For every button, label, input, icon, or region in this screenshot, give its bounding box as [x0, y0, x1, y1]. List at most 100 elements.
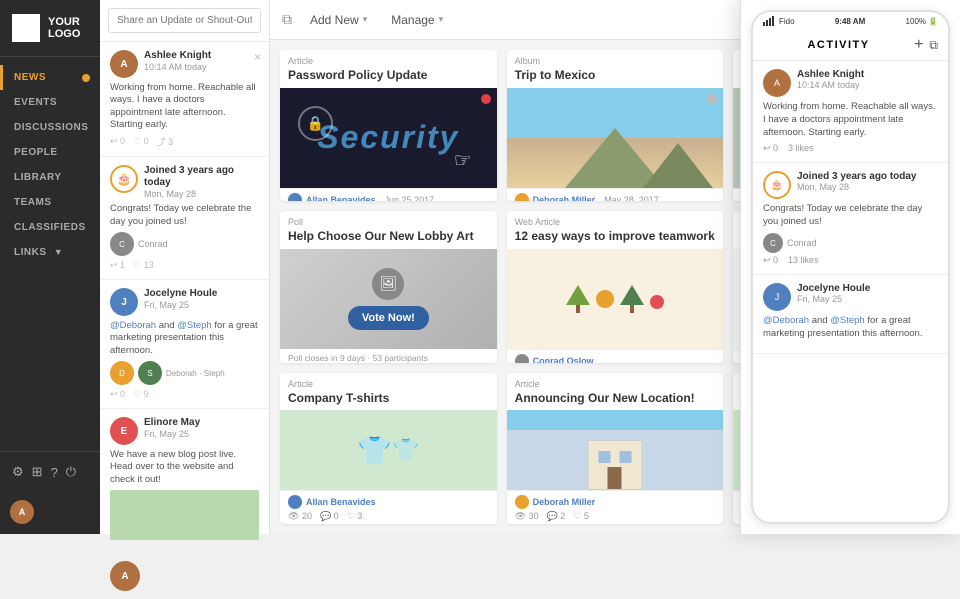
feed-sub-avatars: C Conrad	[110, 232, 259, 256]
security-text: Security	[317, 119, 459, 156]
phone-feed: A Ashlee Knight 10:14 AM today Working f…	[753, 61, 948, 522]
feed-actions-1: ↩ 0 ♡ 0 ⤴ 3	[110, 135, 259, 148]
post-footer-5: Conrad Oslow 👁 21 💬 1 ♡ 2	[507, 349, 724, 363]
cursor-icon: ☞	[454, 148, 472, 173]
battery-icon: 🔋	[928, 17, 938, 26]
vote-now-button[interactable]: Vote Now!	[348, 306, 429, 330]
post-footer-2: Deborah Miller , May 28, 2017 👁 42 💬 9 ♡…	[507, 188, 724, 202]
post-card-8: Article Announcing Our New Location!	[507, 373, 724, 524]
sidebar-bottom: ⚙ ⊞ ? ⏻	[0, 451, 100, 492]
avatar-elinore: E	[110, 417, 138, 445]
news-dot	[82, 74, 90, 82]
phone-sub-user: C Conrad	[763, 233, 938, 253]
settings-icon[interactable]: ⚙	[12, 464, 24, 480]
feed-actions-2: ↩ 1 ♡ 13	[110, 260, 259, 271]
signal-bars: Fido	[763, 16, 795, 26]
post-footer-1: Allan Benavides , Jun 25 2017 👁 41 💬 2 ♡…	[280, 188, 497, 202]
post-top-2: Album Trip to Mexico	[507, 50, 724, 188]
phone-avatar-1: A	[763, 69, 791, 97]
add-icon[interactable]: +	[914, 36, 923, 54]
add-new-button[interactable]: Add New ▾	[304, 9, 373, 31]
reply-icon[interactable]: ↩ 0	[110, 389, 125, 400]
author-avatar-1	[288, 193, 302, 202]
post-card-1: Article Password Policy Update Security …	[280, 50, 497, 201]
like-icon[interactable]: ♡ 9	[133, 389, 149, 400]
post-card-7: Article Company T-shirts 👕 👕 Allan Benav…	[280, 373, 497, 524]
post-card-4: Poll Help Choose Our New Lobby Art 🖼 Vot…	[280, 211, 497, 362]
close-icon-1[interactable]: ×	[254, 50, 261, 64]
mexico-image	[507, 88, 724, 188]
badge-2	[707, 94, 717, 104]
share-icon[interactable]: ⤴ 3	[157, 135, 174, 148]
teamwork-image	[507, 249, 724, 349]
phone-reply-icon[interactable]: ↩ 0	[763, 143, 778, 154]
post-top-7: Article Company T-shirts 👕 👕	[280, 373, 497, 491]
post-footer-7: Allan Benavides 👁 20 💬 0 ♡ 3	[280, 490, 497, 524]
phone-actions-1: ↩ 0 3 likes	[763, 143, 938, 154]
filter-icon[interactable]: ⧉	[929, 38, 938, 53]
post-stats-8: 👁 30 💬 2 ♡ 5	[515, 511, 716, 522]
feed-actions-3: ↩ 0 ♡ 9	[110, 389, 259, 400]
share-box	[100, 0, 269, 42]
reply-icon[interactable]: ↩ 0	[110, 136, 125, 147]
blog-thumbnail	[110, 490, 259, 540]
sidebar-item-news[interactable]: NEWS	[0, 65, 100, 90]
lobby-art-icon: 🖼	[372, 268, 404, 300]
lobby-image: 🖼 Vote Now!	[280, 249, 497, 349]
sidebar-item-people[interactable]: PEOPLE	[0, 140, 100, 165]
avatar-steph: S	[138, 361, 162, 385]
tshirts-image: 👕 👕	[280, 410, 497, 490]
security-image: Security ☞ 🔒	[280, 88, 497, 188]
sidebar-item-discussions[interactable]: DISCUSSIONS	[0, 115, 100, 140]
logo-text: YOUR LOGO	[48, 16, 88, 40]
avatar-deborah: D	[110, 361, 134, 385]
phone-feed-item-1: A Ashlee Knight 10:14 AM today Working f…	[753, 61, 948, 163]
phone-avatar-2: 🎂	[763, 171, 791, 199]
phone-actions-2: ↩ 0 13 likes	[763, 255, 938, 266]
chevron-down-icon-2: ▾	[439, 14, 444, 25]
share-input[interactable]	[108, 8, 261, 33]
phone-frame: Fido 9:48 AM 100% 🔋 ACTIVITY + ⧉ A	[751, 10, 950, 524]
sidebar-user: A	[0, 492, 100, 534]
sidebar-bottom-user: A	[100, 553, 269, 599]
phone-like-count[interactable]: 13 likes	[788, 255, 819, 266]
user-avatar: A	[10, 500, 34, 524]
chevron-down-icon: ▾	[363, 14, 368, 25]
feed-item-3: J Jocelyne Houle Fri, May 25 @Deborah an…	[100, 280, 269, 409]
filter-icon[interactable]: ⧉	[282, 11, 292, 28]
avatar-anniversary: 🎂	[110, 165, 138, 193]
sidebar-item-links[interactable]: LINKS ▼	[0, 240, 100, 265]
mobile-overlay: Fido 9:48 AM 100% 🔋 ACTIVITY + ⧉ A	[740, 0, 960, 534]
like-icon[interactable]: ♡ 13	[133, 260, 154, 271]
sidebar-item-events[interactable]: EVENTS	[0, 90, 100, 115]
post-top-8: Article Announcing Our New Location!	[507, 373, 724, 491]
post-card-2: Album Trip to Mexico Deborah Miller , Ma…	[507, 50, 724, 201]
author-avatar-8	[515, 495, 529, 509]
help-icon[interactable]: ?	[51, 465, 58, 480]
like-icon[interactable]: ♡ 0	[133, 136, 149, 147]
post-top-4: Poll Help Choose Our New Lobby Art 🖼 Vot…	[280, 211, 497, 362]
sidebar-item-library[interactable]: LIBRARY	[0, 165, 100, 190]
app-wrapper: YOUR LOGO NEWS EVENTS DISCUSSIONS PEOPLE…	[0, 0, 960, 534]
sidebar: YOUR LOGO NEWS EVENTS DISCUSSIONS PEOPLE…	[0, 0, 100, 534]
phone-sub-avatar: C	[763, 233, 783, 253]
power-icon[interactable]: ⏻	[66, 464, 76, 480]
phone-title: ACTIVITY	[763, 39, 914, 51]
sidebar-item-teams[interactable]: TEAMS	[0, 190, 100, 215]
author-avatar-5	[515, 354, 529, 363]
manage-button[interactable]: Manage ▾	[385, 9, 449, 31]
avatar-conrad: C	[110, 232, 134, 256]
reply-icon[interactable]: ↩ 1	[110, 260, 125, 271]
post-top-5: Web Article 12 easy ways to improve team…	[507, 211, 724, 349]
phone-status-bar: Fido 9:48 AM 100% 🔋	[753, 12, 948, 30]
feed-item-1: × A Ashlee Knight 10:14 AM today Working…	[100, 42, 269, 157]
phone-reply-icon[interactable]: ↩ 0	[763, 255, 778, 266]
battery-status: 100% 🔋	[906, 17, 938, 26]
sidebar-item-classifieds[interactable]: CLASSIFIEDS	[0, 215, 100, 240]
post-card-5: Web Article 12 easy ways to improve team…	[507, 211, 724, 362]
phone-feed-item-2: 🎂 Joined 3 years ago today Mon, May 28 C…	[753, 163, 948, 275]
author-avatar-2	[515, 193, 529, 202]
grid-icon[interactable]: ⊞	[32, 464, 43, 480]
phone-like-icon[interactable]: 3 likes	[788, 143, 814, 154]
post-footer-8: Deborah Miller 👁 30 💬 2 ♡ 5	[507, 490, 724, 524]
